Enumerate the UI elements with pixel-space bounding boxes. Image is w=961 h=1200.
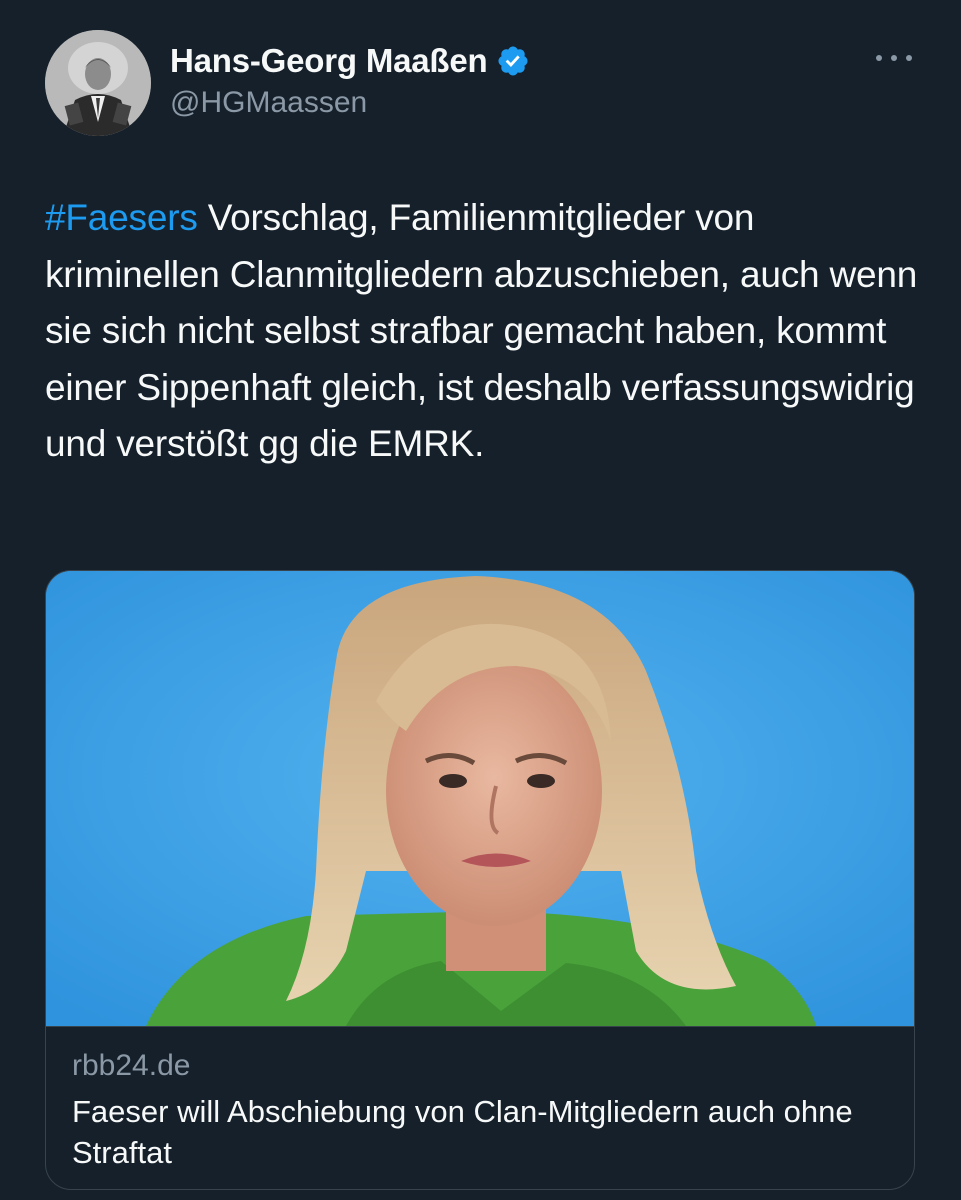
verified-badge-icon	[497, 46, 528, 76]
author-name[interactable]: Hans-Georg Maaßen	[170, 42, 488, 80]
author-name-row[interactable]: Hans-Georg Maaßen	[170, 36, 530, 86]
author-handle[interactable]: @HGMaassen	[170, 86, 367, 120]
link-card-domain[interactable]: rbb24.de	[72, 1049, 190, 1083]
link-card[interactable]: rbb24.de Faeser will Abschiebung von Cla…	[45, 570, 915, 1190]
more-options-icon[interactable]	[870, 46, 918, 70]
hashtag-link[interactable]: #Faesers	[45, 197, 198, 238]
link-card-divider	[46, 1026, 914, 1027]
more-dot	[906, 55, 912, 61]
more-dot	[876, 55, 882, 61]
tweet-text: #Faesers Vorschlag, Familienmitglieder v…	[45, 190, 925, 473]
more-dot	[891, 55, 897, 61]
avatar[interactable]	[45, 30, 151, 136]
tweet: Hans-Georg Maaßen @HGMaassen #Faesers Vo…	[0, 0, 961, 1200]
link-card-title[interactable]: Faeser will Abschiebung von Clan-Mitglie…	[72, 1091, 902, 1173]
link-card-image[interactable]	[46, 571, 914, 1026]
